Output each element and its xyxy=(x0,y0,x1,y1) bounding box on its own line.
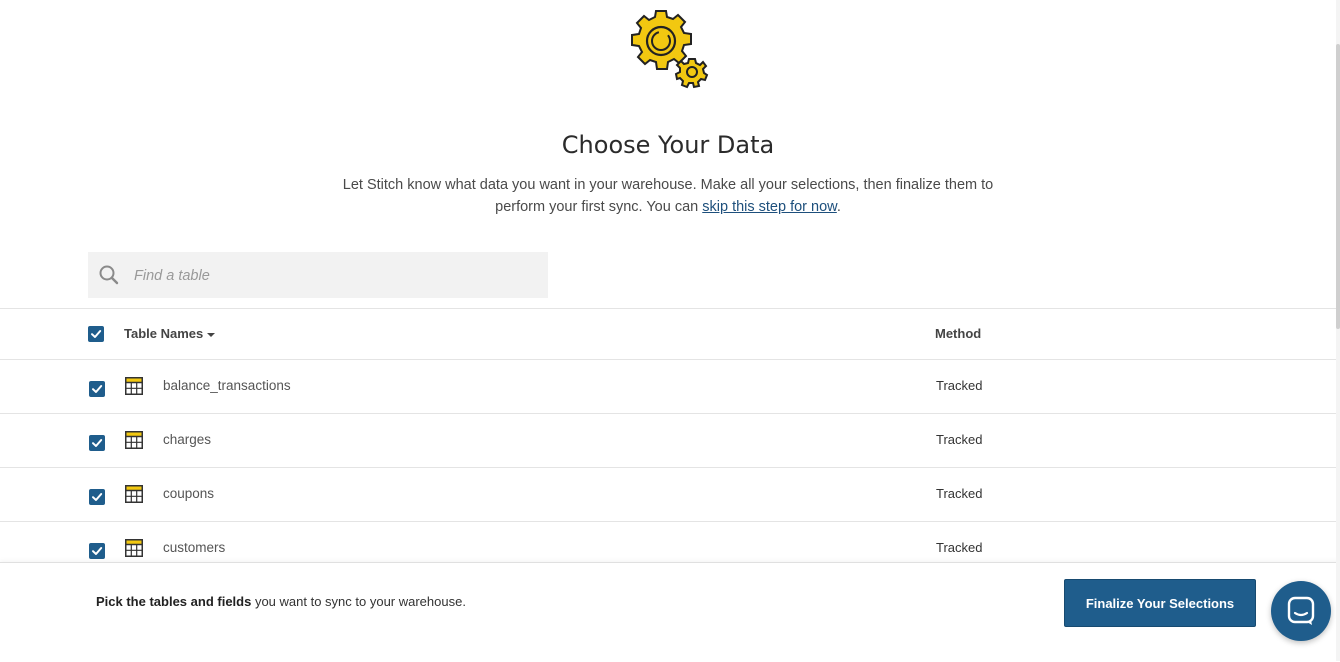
select-all-checkbox[interactable] xyxy=(88,326,104,342)
page-title: Choose Your Data xyxy=(561,131,775,159)
sort-caret-icon xyxy=(207,332,216,337)
checkmark-icon xyxy=(92,385,103,393)
table-method: Tracked xyxy=(936,486,983,501)
table-name: coupons xyxy=(163,486,215,501)
table-row[interactable]: balance_transactions Tracked xyxy=(0,360,1336,414)
row-checkbox[interactable] xyxy=(89,435,105,451)
table-name: charges xyxy=(163,432,212,447)
page-scrollbar[interactable] xyxy=(1336,0,1340,661)
table-method: Tracked xyxy=(936,432,983,447)
search-input[interactable] xyxy=(132,260,536,292)
footer-message-bold: Pick the tables and fields xyxy=(96,594,252,609)
table-top-divider xyxy=(0,308,1336,309)
scrollbar-thumb[interactable] xyxy=(1336,44,1340,329)
table-search xyxy=(88,252,548,298)
table-method: Tracked xyxy=(936,378,983,393)
search-icon xyxy=(99,265,119,285)
checkmark-icon xyxy=(92,547,103,555)
gears-icon xyxy=(631,10,709,89)
subtitle-text: Let Stitch know what data you want in yo… xyxy=(342,177,994,215)
table-names-column-header[interactable]: Table Names xyxy=(124,326,216,341)
checkmark-icon xyxy=(91,330,102,338)
row-checkbox[interactable] xyxy=(89,543,105,559)
table-names-label: Table Names xyxy=(124,326,204,341)
table-icon xyxy=(125,431,143,449)
skip-step-link[interactable]: skip this step for now xyxy=(702,199,837,215)
table-icon xyxy=(125,485,143,503)
checkmark-icon xyxy=(92,493,103,501)
footer-bar: Pick the tables and fields you want to s… xyxy=(0,562,1340,662)
footer-message-rest: you want to sync to your warehouse. xyxy=(251,594,466,609)
page-subtitle: Let Stitch know what data you want in yo… xyxy=(330,174,1006,218)
table-icon xyxy=(125,377,143,395)
table-name: balance_transactions xyxy=(163,378,291,393)
chat-launcher-button[interactable] xyxy=(1271,581,1331,641)
checkmark-icon xyxy=(92,439,103,447)
method-column-header: Method xyxy=(935,326,982,341)
finalize-selections-button[interactable]: Finalize Your Selections xyxy=(1064,579,1256,627)
table-row[interactable]: charges Tracked xyxy=(0,414,1336,468)
chat-icon xyxy=(1287,596,1315,625)
table-name: customers xyxy=(163,540,226,555)
table-method: Tracked xyxy=(936,540,983,555)
row-checkbox[interactable] xyxy=(89,381,105,397)
footer-message: Pick the tables and fields you want to s… xyxy=(96,594,466,609)
subtitle-end: . xyxy=(836,199,841,215)
table-row[interactable]: coupons Tracked xyxy=(0,468,1336,522)
table-icon xyxy=(125,539,143,557)
row-checkbox[interactable] xyxy=(89,489,105,505)
